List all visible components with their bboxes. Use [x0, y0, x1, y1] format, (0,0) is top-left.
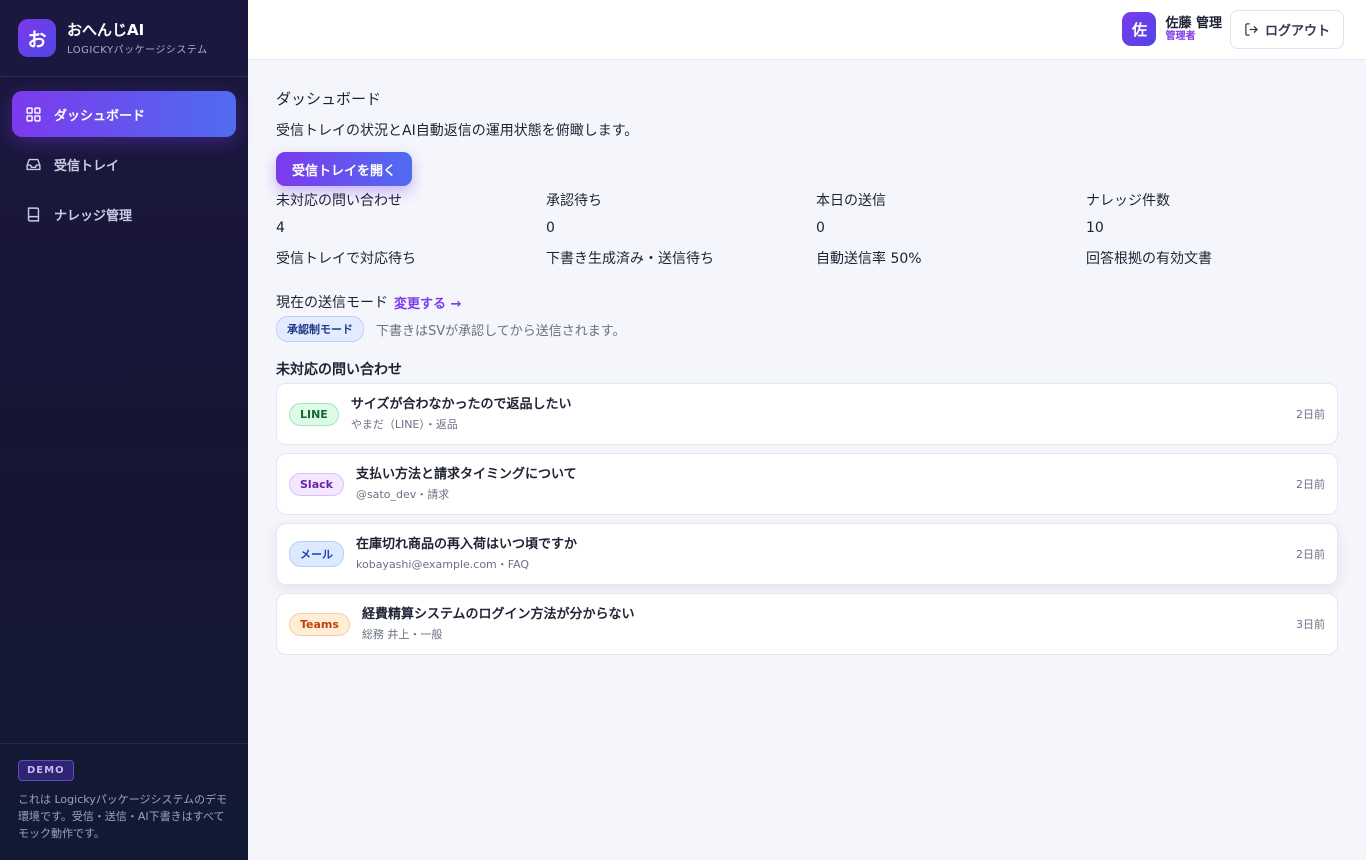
brand-text: おへんじAI LOGICKYパッケージシステム [67, 21, 208, 56]
inquiry-meta: kobayashi@example.com・FAQ [356, 558, 530, 571]
inbox-icon [24, 155, 42, 173]
grid-icon [24, 105, 42, 123]
stat-label: ナレッジ件数 [1086, 193, 1170, 209]
list-item-text: 経費精算システムのログイン方法が分からない 総務 井上・一般 [362, 606, 635, 642]
sidebar-item-label: ナレッジ管理 [54, 208, 133, 224]
channel-badge: LINE [289, 402, 339, 426]
change-mode-link[interactable]: 変更する → [394, 293, 461, 312]
stat-label: 未対応の問い合わせ [276, 193, 402, 209]
sidebar-nav: ダッシュボード 受信トレイ ナレッジ管理 [0, 77, 248, 255]
inquiry-time: 2日前 [1296, 408, 1325, 421]
avatar: 佐 [1122, 12, 1157, 46]
sidebar-item-dashboard[interactable]: ダッシュボード [12, 91, 236, 137]
inquiry-time: 3日前 [1296, 618, 1325, 631]
inquiry-title: 支払い方法と請求タイミングについて [355, 467, 577, 482]
inquiry-title: サイズが合わなかったので返品したい [350, 397, 572, 412]
stats-summary: 未対応の問い合わせ 4 受信トレイで対応待ち 承認待ち 0 下書き生成済み・送信… [276, 190, 1356, 270]
page-description: 受信トレイの状況とAI自動返信の運用状態を俯瞰します。 [276, 123, 639, 139]
brand-logo: お [18, 19, 56, 57]
top-header: 佐 佐藤 管理 管理者 ログアウト [248, 0, 1366, 60]
stat-label: 本日の送信 [816, 193, 886, 209]
inquiry-title: 在庫切れ商品の再入荷はいつ頃ですか [356, 537, 578, 552]
inquiry-time: 2日前 [1296, 548, 1325, 561]
list-item[interactable]: LINE サイズが合わなかったので返品したい やまだ（LINE）・返品 2日前 [276, 383, 1338, 445]
open-inbox-button[interactable]: 受信トレイを開く [276, 152, 413, 186]
send-mode-status: 承認制モード 下書きはSVが承認してから送信されます。 [276, 316, 625, 342]
logout-icon [1245, 23, 1258, 36]
channel-badge: Teams [289, 612, 350, 636]
stat-note: 自動送信率 50% [816, 251, 922, 267]
page-title: ダッシュボード [276, 90, 382, 108]
send-mode-description: 下書きはSVが承認してから送信されます。 [376, 323, 626, 339]
list-item[interactable]: Slack 支払い方法と請求タイミングについて @sato_dev・請求 2日前 [276, 453, 1338, 515]
user-text: 佐藤 管理 管理者 [1165, 16, 1222, 43]
demo-badge: DEMO [18, 760, 74, 781]
sidebar-item-label: ダッシュボード [54, 108, 146, 124]
brand-name: おへんじAI [67, 20, 145, 39]
send-mode-badge: 承認制モード [276, 316, 364, 342]
demo-notice: これは Logickyパッケージシステムのデモ環境です。受信・送信・AI下書きは… [18, 793, 228, 840]
inquiry-meta: やまだ（LINE）・返品 [350, 418, 458, 431]
stat-label: 承認待ち [546, 193, 602, 209]
list-item-text: 在庫切れ商品の再入荷はいつ頃ですか kobayashi@example.com・… [356, 536, 577, 572]
list-item[interactable]: Teams 経費精算システムのログイン方法が分からない 総務 井上・一般 3日前 [276, 593, 1338, 655]
list-item-text: 支払い方法と請求タイミングについて @sato_dev・請求 [356, 466, 577, 502]
user-role: 管理者 [1165, 30, 1196, 42]
user-name: 佐藤 管理 [1165, 15, 1222, 31]
stat-value: 0 [546, 220, 555, 236]
inquiry-time: 2日前 [1296, 478, 1325, 491]
sidebar-item-label: 受信トレイ [54, 158, 120, 174]
list-item-text: サイズが合わなかったので返品したい やまだ（LINE）・返品 [351, 396, 572, 432]
stat-value: 0 [816, 220, 825, 236]
stat-value: 10 [1086, 220, 1104, 236]
stat-note: 回答根拠の有効文書 [1086, 251, 1212, 267]
send-mode-row: 現在の送信モード 変更する → [276, 292, 461, 312]
brand[interactable]: お おへんじAI LOGICKYパッケージシステム [0, 0, 248, 77]
sidebar: お おへんじAI LOGICKYパッケージシステム ダッシュボード 受信トレイ … [0, 0, 248, 860]
inquiry-list-title: 未対応の問い合わせ [276, 362, 402, 378]
send-mode-label: 現在の送信モード [276, 295, 388, 311]
sidebar-item-inbox[interactable]: 受信トレイ [12, 141, 236, 187]
stat-value: 4 [276, 220, 285, 236]
channel-badge: メール [289, 541, 344, 567]
stat-note: 下書き生成済み・送信待ち [546, 251, 714, 267]
sidebar-item-knowledge[interactable]: ナレッジ管理 [12, 191, 236, 237]
inquiry-meta: 総務 井上・一般 [361, 628, 443, 641]
channel-badge: Slack [289, 472, 344, 496]
logout-label: ログアウト [1264, 23, 1330, 38]
logout-button[interactable]: ログアウト [1230, 10, 1344, 49]
inquiry-title: 経費精算システムのログイン方法が分からない [361, 607, 635, 622]
stat-note: 受信トレイで対応待ち [276, 251, 416, 267]
list-item[interactable]: メール 在庫切れ商品の再入荷はいつ頃ですか kobayashi@example.… [276, 523, 1338, 585]
user-info: 佐 佐藤 管理 管理者 [1122, 12, 1222, 46]
brand-subtitle: LOGICKYパッケージシステム [67, 44, 208, 56]
sidebar-footer: DEMO これは Logickyパッケージシステムのデモ環境です。受信・送信・A… [0, 743, 248, 860]
inquiry-meta: @sato_dev・請求 [355, 488, 450, 501]
main-content: ダッシュボード 受信トレイの状況とAI自動返信の運用状態を俯瞰します。 受信トレ… [248, 60, 1366, 860]
book-icon [24, 205, 42, 223]
inquiry-list: LINE サイズが合わなかったので返品したい やまだ（LINE）・返品 2日前 … [276, 383, 1338, 663]
